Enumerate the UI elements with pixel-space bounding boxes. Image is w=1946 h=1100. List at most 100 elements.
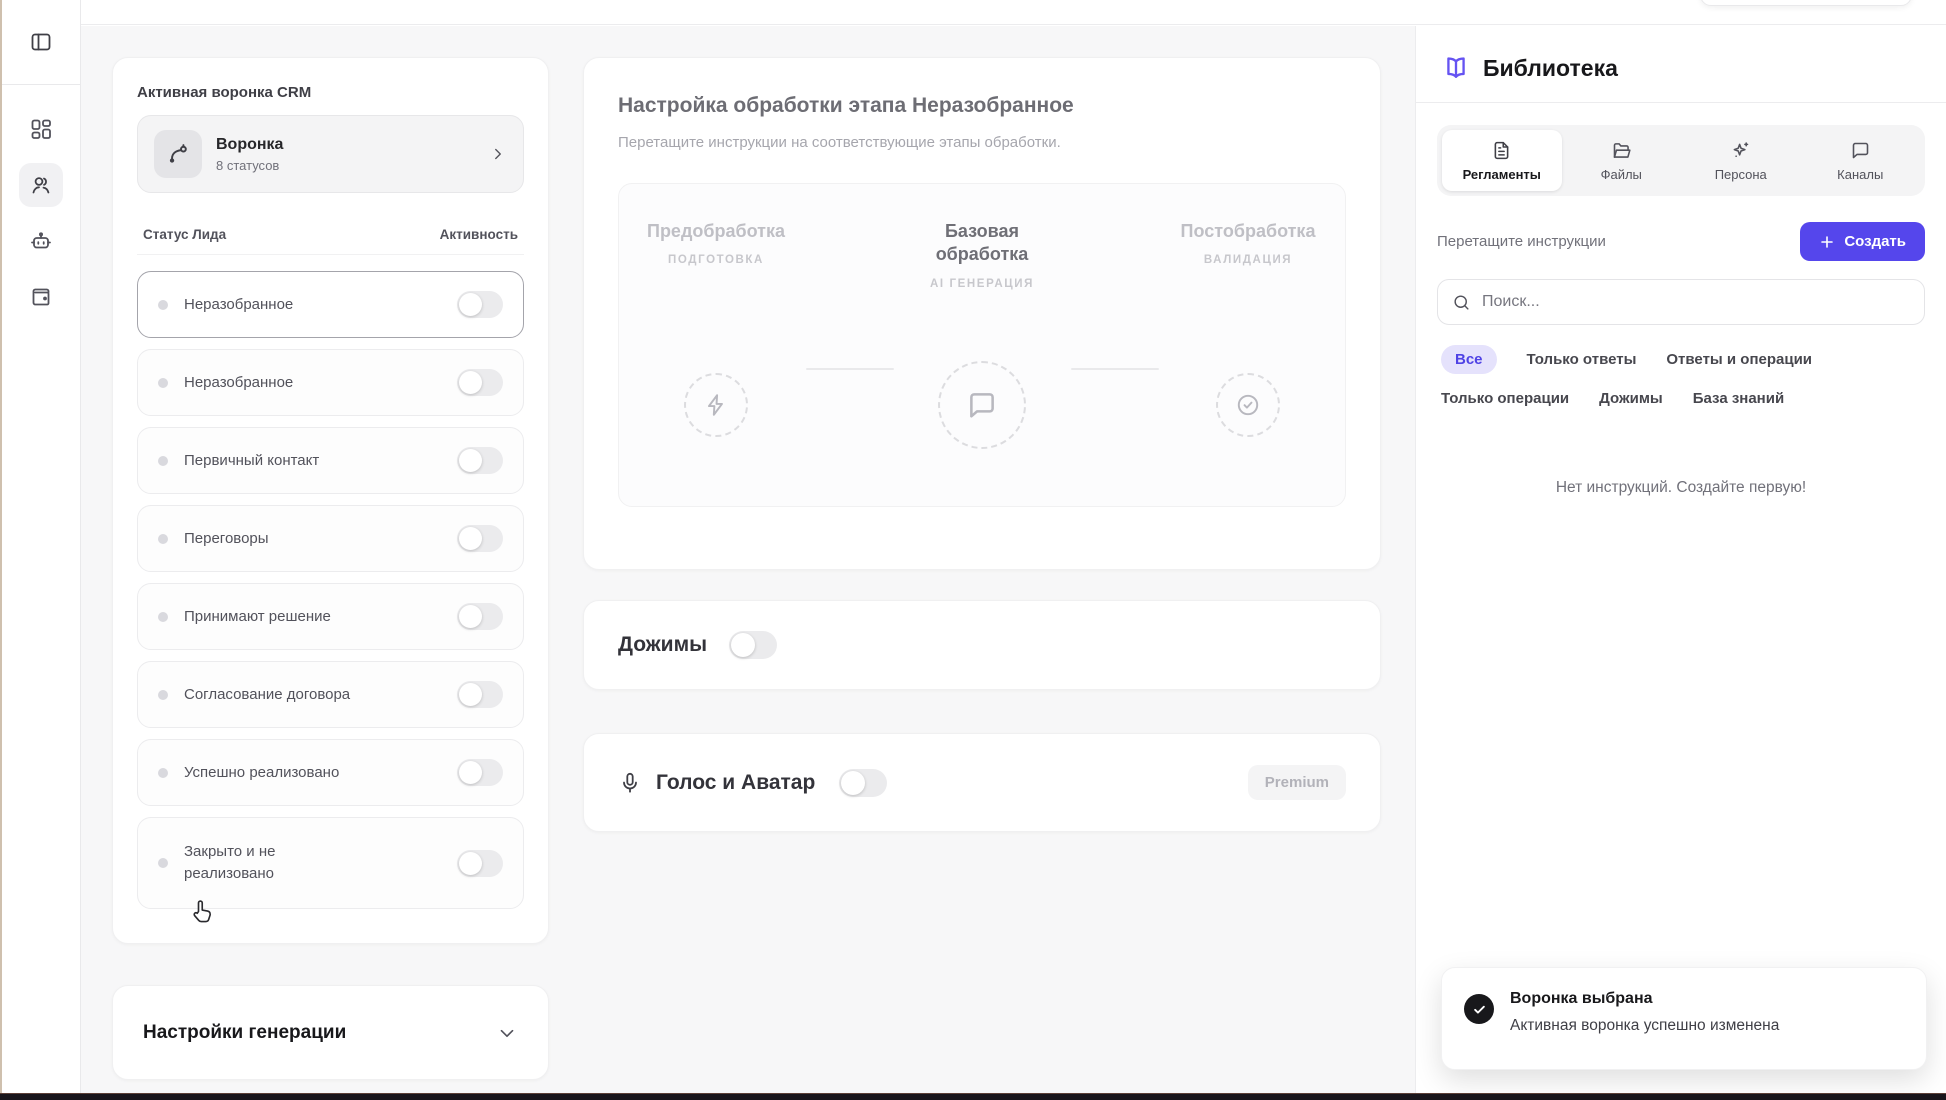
dismissing-toast-remnant (1700, 0, 1912, 6)
status-row-unsorted-1[interactable]: Неразобранное (137, 271, 524, 338)
stage-preprocessing: Предобработка ПОДГОТОВКА (619, 220, 813, 506)
sidebar-collapse-button[interactable] (19, 20, 63, 64)
toast-text: Воронка выбрана Активная воронка успешно… (1510, 990, 1779, 1047)
generation-settings-title: Настройки генерации (143, 1022, 346, 1044)
stage-editor-subtitle: Перетащите инструкции на соответствующие… (618, 134, 1346, 151)
status-dot-icon (158, 768, 168, 778)
stage-tag: ПОДГОТОВКА (668, 254, 764, 266)
check-circle-icon (1235, 392, 1261, 418)
book-open-icon (1442, 54, 1470, 82)
status-row-negotiations[interactable]: Переговоры (137, 505, 524, 572)
stage-tag: ВАЛИДАЦИЯ (1204, 254, 1292, 266)
dashboard-grid-icon (29, 117, 53, 141)
library-header: Библиотека (1416, 26, 1946, 103)
stage-dropzone[interactable] (938, 361, 1026, 449)
microphone-icon (618, 771, 642, 795)
stage-editor-card: Настройка обработки этапа Неразобранное … (583, 57, 1381, 570)
folder-open-icon (1611, 140, 1632, 161)
status-label: Первичный контакт (184, 450, 319, 472)
voice-avatar-card: Голос и Аватар Premium (583, 733, 1381, 832)
status-toggle[interactable] (457, 447, 503, 474)
stage-connector (1071, 368, 1159, 370)
followups-toggle[interactable] (729, 631, 777, 659)
funnel-icon-tile (154, 130, 202, 178)
status-row-closed-lost[interactable]: Закрыто и не реализовано (137, 817, 524, 909)
create-button[interactable]: Создать (1800, 222, 1925, 261)
mouse-cursor (188, 898, 216, 926)
tab-label: Персона (1715, 167, 1767, 182)
chat-bubble-icon (965, 388, 999, 422)
column-status-label: Статус Лида (143, 227, 226, 242)
chevron-down-icon (496, 1022, 518, 1044)
library-filters: Все Только ответы Ответы и операции Толь… (1437, 345, 1925, 407)
sidebar-item-wallet[interactable] (19, 275, 63, 319)
status-dot-icon (158, 534, 168, 544)
status-toggle[interactable] (457, 603, 503, 630)
wallet-icon (29, 285, 53, 309)
git-branch-icon (165, 141, 191, 167)
status-dot-icon (158, 612, 168, 622)
stage-title: Постобработка (1181, 220, 1316, 243)
top-bar (81, 0, 1946, 25)
status-row-first-contact[interactable]: Первичный контакт (137, 427, 524, 494)
stage-editor-title: Настройка обработки этапа Неразобранное (618, 94, 1346, 118)
status-dot-icon (158, 300, 168, 310)
status-toggle[interactable] (457, 681, 503, 708)
funnel-name: Воронка (216, 136, 283, 154)
status-label: Неразобранное (184, 372, 293, 394)
toast-message: Активная воронка успешно изменена (1510, 1017, 1779, 1035)
library-search[interactable] (1437, 279, 1925, 325)
status-toggle[interactable] (457, 291, 503, 318)
active-funnel-panel: Активная воронка CRM Воронка 8 статусов … (112, 57, 549, 944)
main-content: Активная воронка CRM Воронка 8 статусов … (81, 26, 1415, 1093)
success-toast: Воронка выбрана Активная воронка успешно… (1441, 967, 1927, 1070)
filter-operations-only[interactable]: Только операции (1441, 390, 1569, 407)
status-label: Переговоры (184, 528, 269, 550)
stage-postprocessing: Постобработка ВАЛИДАЦИЯ (1151, 220, 1345, 506)
sidebar-item-contacts[interactable] (19, 163, 63, 207)
tab-label: Файлы (1601, 167, 1642, 182)
status-toggle[interactable] (457, 759, 503, 786)
search-input[interactable] (1482, 293, 1910, 311)
library-actions-row: Перетащите инструкции Создать (1437, 222, 1925, 261)
status-row-unsorted-2[interactable]: Неразобранное (137, 349, 524, 416)
status-label: Успешно реализовано (184, 762, 339, 784)
status-toggle[interactable] (457, 850, 503, 877)
filter-answers-operations[interactable]: Ответы и операции (1666, 351, 1812, 368)
status-row-won[interactable]: Успешно реализовано (137, 739, 524, 806)
stage-tag: AI ГЕНЕРАЦИЯ (930, 278, 1034, 290)
tab-channels[interactable]: Каналы (1801, 130, 1921, 191)
sparkles-icon (1730, 140, 1751, 161)
library-title: Библиотека (1483, 55, 1618, 82)
tab-files[interactable]: Файлы (1562, 130, 1682, 191)
stage-dropzone[interactable] (1216, 373, 1280, 437)
status-toggle[interactable] (457, 369, 503, 396)
filter-followups[interactable]: Дожимы (1599, 390, 1663, 407)
generation-settings-card[interactable]: Настройки генерации (112, 985, 549, 1080)
status-row-deciding[interactable]: Принимают решение (137, 583, 524, 650)
filter-all[interactable]: Все (1441, 345, 1497, 374)
tab-label: Регламенты (1463, 167, 1541, 182)
filter-answers-only[interactable]: Только ответы (1527, 351, 1637, 368)
chevron-right-icon (489, 145, 507, 163)
status-label: Согласование договора (184, 684, 350, 706)
stage-dropzone[interactable] (684, 373, 748, 437)
status-label: Закрыто и не реализовано (184, 841, 324, 885)
funnel-selector[interactable]: Воронка 8 статусов (137, 115, 524, 193)
check-icon (1464, 994, 1494, 1024)
sidebar-item-dashboard[interactable] (19, 107, 63, 151)
status-table-header: Статус Лида Активность (137, 227, 524, 255)
status-toggle[interactable] (457, 525, 503, 552)
status-label: Принимают решение (184, 606, 331, 628)
voice-avatar-toggle[interactable] (839, 769, 887, 797)
library-empty-message: Нет инструкций. Создайте первую! (1437, 479, 1925, 497)
status-row-contract-approval[interactable]: Согласование договора (137, 661, 524, 728)
active-funnel-label: Активная воронка CRM (137, 84, 524, 101)
followups-title: Дожимы (618, 633, 707, 657)
screen-edge (0, 0, 2, 1100)
tab-persona[interactable]: Персона (1681, 130, 1801, 191)
stage-title: Предобработка (647, 220, 785, 243)
tab-reglaments[interactable]: Регламенты (1442, 130, 1562, 191)
sidebar-item-bot[interactable] (19, 219, 63, 263)
filter-knowledge-base[interactable]: База знаний (1693, 390, 1784, 407)
